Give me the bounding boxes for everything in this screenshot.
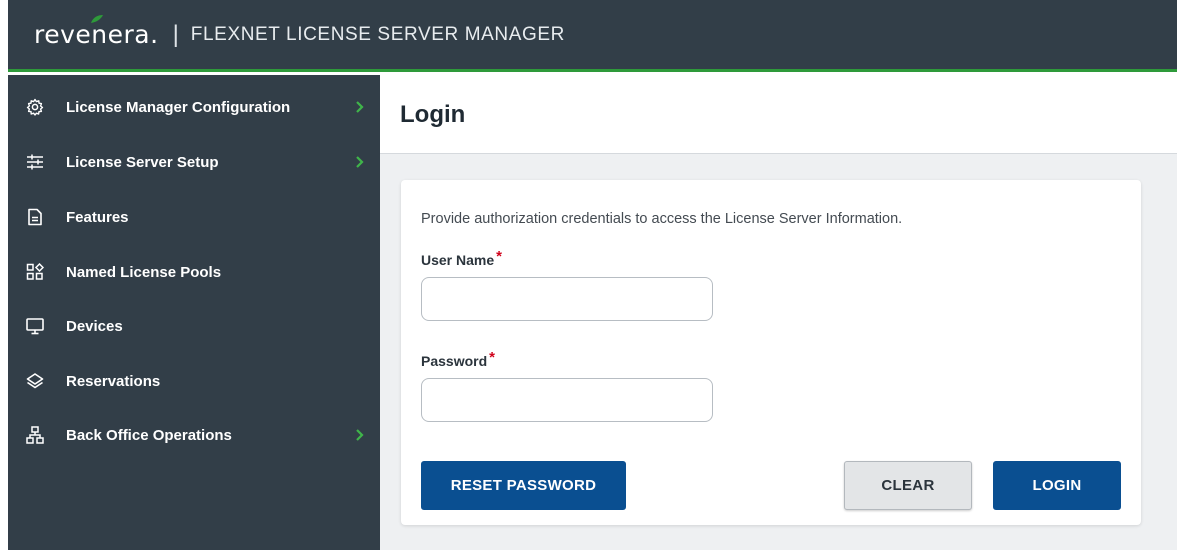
- sidebar-item-reservations[interactable]: Reservations: [8, 362, 380, 402]
- gear-icon: [26, 98, 44, 116]
- password-label: Password *: [421, 349, 495, 370]
- reset-password-button[interactable]: RESET PASSWORD: [421, 461, 626, 510]
- password-label-text: Password: [421, 353, 488, 369]
- username-label: User Name *: [421, 248, 502, 269]
- chevron-right-icon: [356, 429, 364, 441]
- hierarchy-icon: [26, 426, 44, 444]
- username-field[interactable]: [421, 277, 713, 321]
- sidebar: License Manager Configuration License Se…: [8, 75, 380, 550]
- product-name: FLEXNET LICENSE SERVER MANAGER: [190, 23, 565, 45]
- sliders-icon: [27, 154, 43, 170]
- sidebar-item-license-server-setup[interactable]: License Server Setup: [8, 143, 380, 183]
- brand-logo: revenera.: [34, 15, 159, 49]
- chevron-right-icon: [356, 156, 364, 168]
- sidebar-item-label: Devices: [66, 318, 123, 335]
- page-title: Login: [400, 101, 466, 128]
- required-marker: *: [496, 248, 502, 265]
- password-field[interactable]: [421, 378, 713, 422]
- sidebar-item-devices[interactable]: Devices: [8, 307, 380, 347]
- sidebar-item-label: Reservations: [66, 373, 161, 390]
- sidebar-item-label: Features: [66, 209, 129, 226]
- sidebar-item-back-office-operations[interactable]: Back Office Operations: [8, 416, 380, 456]
- page-header: Login: [380, 75, 1177, 154]
- sidebar-item-named-license-pools[interactable]: Named License Pools: [8, 253, 380, 293]
- required-marker: *: [489, 349, 495, 366]
- header-separator: |: [172, 20, 179, 48]
- sidebar-item-label: License Manager Configuration: [66, 99, 291, 116]
- sidebar-item-label: Named License Pools: [66, 264, 222, 281]
- grid-icon: [26, 263, 44, 280]
- sidebar-item-features[interactable]: Features: [8, 198, 380, 238]
- sidebar-item-label: Back Office Operations: [66, 427, 232, 444]
- clear-button[interactable]: CLEAR: [844, 461, 972, 510]
- sidebar-item-label: License Server Setup: [66, 154, 219, 171]
- login-description: Provide authorization credentials to acc…: [421, 211, 903, 227]
- layers-icon: [26, 373, 44, 389]
- app-header: revenera. | FLEXNET LICENSE SERVER MANAG…: [8, 0, 1177, 72]
- document-icon: [28, 208, 42, 226]
- sidebar-item-license-manager-configuration[interactable]: License Manager Configuration: [8, 88, 380, 128]
- login-card: Provide authorization credentials to acc…: [401, 180, 1141, 525]
- username-label-text: User Name: [421, 252, 495, 268]
- leaf-icon: [91, 15, 103, 23]
- monitor-icon: [26, 318, 44, 335]
- login-button[interactable]: LOGIN: [993, 461, 1121, 510]
- brand-logo-text: revenera.: [34, 20, 159, 49]
- chevron-right-icon: [356, 101, 364, 113]
